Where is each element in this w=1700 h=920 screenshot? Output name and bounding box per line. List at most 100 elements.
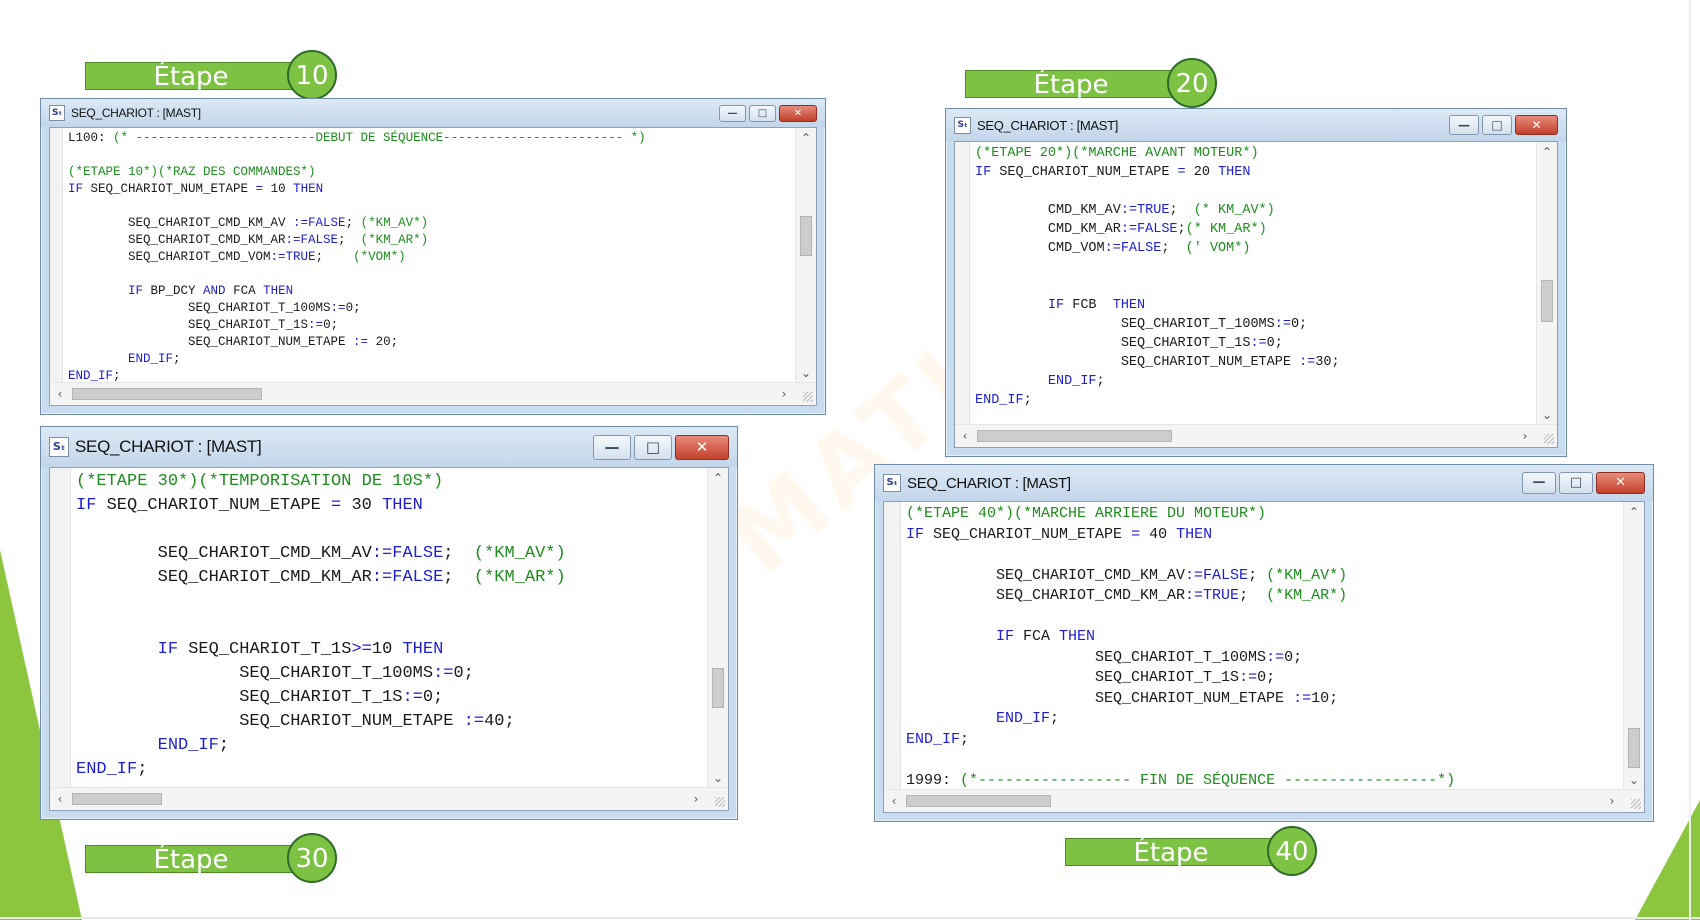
editor-window-step-20[interactable]: Sₜ SEQ_CHARIOT : [MAST] — □ ✕ (*ETAPE 20… (945, 108, 1567, 457)
code-text: SEQ_CHARIOT_T_1S (76, 688, 403, 707)
code-text: ; (338, 233, 361, 247)
resize-grip-icon[interactable] (1631, 799, 1641, 809)
editor-gutter (50, 128, 63, 405)
title-bar[interactable]: Sₜ SEQ_CHARIOT : [MAST] — □ ✕ (946, 109, 1566, 141)
code-keyword: :=FALSE (285, 233, 339, 247)
code-text: SEQ_CHARIOT_T_100MS (975, 317, 1275, 332)
vertical-scroll-thumb[interactable] (800, 216, 812, 256)
code-keyword: IF (128, 284, 144, 298)
title-bar[interactable]: Sₜ SEQ_CHARIOT : [MAST] — □ ✕ (41, 99, 825, 127)
code-text: SEQ_CHARIOT_NUM_ETAPE (991, 165, 1178, 180)
code-text: 0; (1257, 669, 1276, 686)
scroll-right-icon[interactable]: › (1602, 795, 1622, 807)
code-line: IF BP_DCY AND FCA THEN (68, 283, 794, 300)
horizontal-scrollbar[interactable]: ‹ › (955, 424, 1557, 447)
resize-grip-icon[interactable] (803, 392, 813, 402)
close-button[interactable]: ✕ (1515, 115, 1558, 135)
code-editor[interactable]: (*ETAPE 30*)(*TEMPORISATION DE 10S*) IF S… (49, 467, 729, 811)
code-area[interactable]: (*ETAPE 20*)(*MARCHE AVANT MOTEUR*) IF SE… (975, 144, 1535, 425)
title-bar[interactable]: Sₜ SEQ_CHARIOT : [MAST] — □ ✕ (875, 465, 1653, 501)
code-keyword: := (433, 664, 454, 683)
horizontal-scroll-thumb[interactable] (72, 388, 262, 400)
code-text: SEQ_CHARIOT_T_100MS (76, 664, 434, 683)
scroll-down-icon[interactable]: ⌄ (796, 367, 816, 379)
horizontal-scrollbar[interactable]: ‹ › (884, 789, 1644, 812)
code-text: 40 (1140, 525, 1177, 543)
vertical-scroll-thumb[interactable] (1541, 280, 1553, 322)
code-text: SEQ_CHARIOT_T_1S (906, 669, 1240, 686)
minimize-button[interactable]: — (719, 104, 746, 122)
scroll-down-icon[interactable]: ⌄ (1624, 774, 1644, 786)
horizontal-scroll-thumb[interactable] (72, 793, 162, 805)
maximize-button[interactable]: □ (1559, 472, 1593, 494)
close-button[interactable]: ✕ (675, 434, 729, 460)
minimize-button[interactable]: — (593, 434, 631, 460)
code-text: ; (113, 369, 121, 383)
code-area[interactable]: L100: (* ------------------------DEBUT D… (68, 130, 794, 383)
code-area[interactable]: (*ETAPE 30*)(*TEMPORISATION DE 10S*) IF S… (76, 470, 706, 788)
code-text: SEQ_CHARIOT_CMD_KM_AR (68, 233, 286, 247)
horizontal-scrollbar[interactable]: ‹ › (50, 382, 816, 405)
vertical-scroll-thumb[interactable] (712, 668, 724, 708)
scroll-up-icon[interactable]: ⌃ (796, 132, 816, 144)
resize-grip-icon[interactable] (1544, 434, 1554, 444)
editor-window-step-40[interactable]: Sₜ SEQ_CHARIOT : [MAST] — □ ✕ (*ETAPE 40… (874, 464, 1654, 822)
code-editor[interactable]: (*ETAPE 20*)(*MARCHE AVANT MOTEUR*) IF SE… (954, 141, 1558, 448)
scroll-up-icon[interactable]: ⌃ (1624, 506, 1644, 518)
scroll-right-icon[interactable]: › (1515, 430, 1535, 442)
scroll-left-icon[interactable]: ‹ (955, 430, 975, 442)
code-keyword: THEN (1176, 525, 1213, 543)
maximize-button[interactable]: □ (634, 434, 672, 460)
scroll-up-icon[interactable]: ⌃ (708, 472, 728, 484)
editor-gutter (884, 502, 901, 812)
resize-grip-icon[interactable] (715, 797, 725, 807)
scroll-left-icon[interactable]: ‹ (50, 388, 70, 400)
code-area[interactable]: (*ETAPE 40*)(*MARCHE ARRIERE DU MOTEUR*)… (906, 504, 1622, 790)
step-number: 40 (1267, 826, 1317, 876)
maximize-button[interactable]: □ (1482, 115, 1512, 135)
code-text: 0; (1284, 648, 1303, 666)
scroll-left-icon[interactable]: ‹ (50, 793, 70, 805)
code-keyword: IF (996, 628, 1015, 645)
vertical-scrollbar[interactable]: ⌃ ⌄ (1623, 502, 1644, 790)
horizontal-scroll-thumb[interactable] (906, 795, 1051, 807)
step-number: 10 (287, 50, 337, 100)
close-button[interactable]: ✕ (779, 104, 817, 122)
editor-window-step-10[interactable]: Sₜ SEQ_CHARIOT : [MAST] — □ ✕ L100: (* -… (40, 98, 826, 415)
close-button[interactable]: ✕ (1596, 472, 1645, 494)
code-editor[interactable]: L100: (* ------------------------DEBUT D… (49, 127, 817, 406)
scroll-left-icon[interactable]: ‹ (884, 795, 904, 807)
code-keyword: := (353, 335, 369, 349)
code-keyword: THEN (382, 496, 423, 515)
vertical-scrollbar[interactable]: ⌃ ⌄ (707, 468, 728, 788)
code-text: SEQ_CHARIOT_NUM_ETAPE (975, 355, 1300, 370)
vertical-scrollbar[interactable]: ⌃ ⌄ (1536, 142, 1557, 425)
code-comment: (* KM_AR*) (1185, 222, 1267, 237)
minimize-button[interactable]: — (1522, 472, 1556, 494)
minimize-button[interactable]: — (1449, 115, 1479, 135)
code-text: 20 (1185, 165, 1219, 180)
horizontal-scrollbar[interactable]: ‹ › (50, 787, 728, 810)
scroll-right-icon[interactable]: › (686, 793, 706, 805)
scroll-up-icon[interactable]: ⌃ (1537, 146, 1557, 158)
vertical-scroll-thumb[interactable] (1628, 728, 1640, 768)
window-title: SEQ_CHARIOT : [MAST] (75, 437, 262, 456)
maximize-button[interactable]: □ (749, 104, 776, 122)
code-line: END_IF; (906, 730, 1622, 751)
code-keyword: THEN (293, 182, 324, 196)
scroll-down-icon[interactable]: ⌄ (708, 772, 728, 784)
title-bar[interactable]: Sₜ SEQ_CHARIOT : [MAST] — □ ✕ (41, 427, 737, 467)
vertical-scrollbar[interactable]: ⌃ ⌄ (795, 128, 816, 383)
scroll-down-icon[interactable]: ⌄ (1537, 409, 1557, 421)
editor-window-step-30[interactable]: Sₜ SEQ_CHARIOT : [MAST] — □ ✕ (*ETAPE 30… (40, 426, 738, 820)
scroll-right-icon[interactable]: › (774, 388, 794, 400)
code-editor[interactable]: (*ETAPE 40*)(*MARCHE ARRIERE DU MOTEUR*)… (883, 501, 1645, 813)
horizontal-scroll-thumb[interactable] (977, 430, 1172, 442)
code-line: END_IF; (68, 351, 794, 368)
